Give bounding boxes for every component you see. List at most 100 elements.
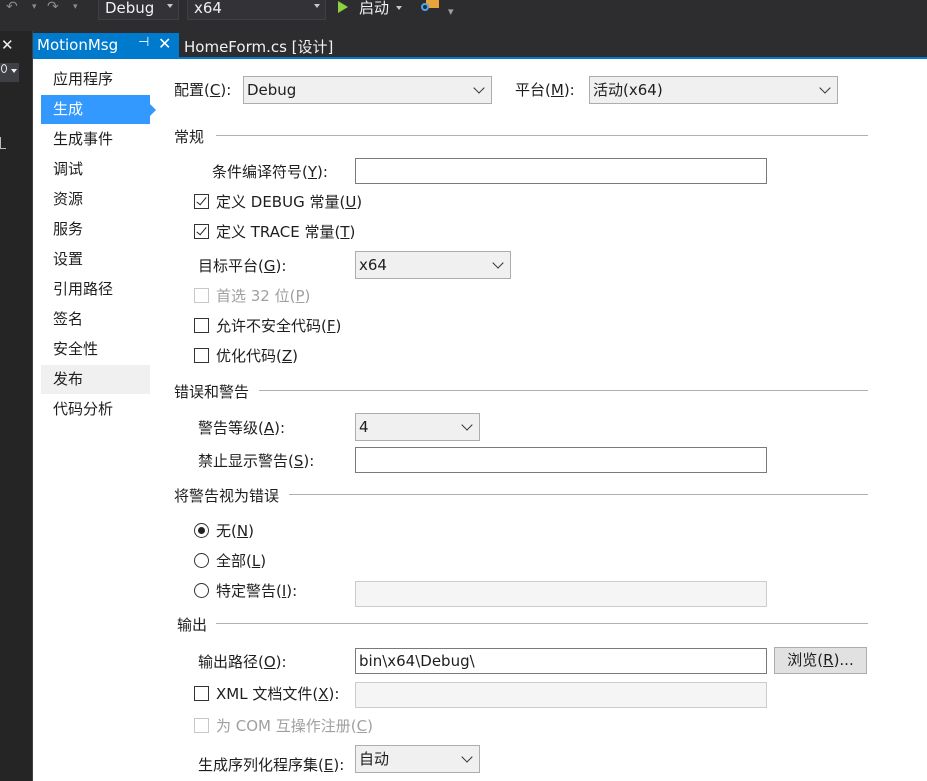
section-general: 常规 xyxy=(174,128,205,146)
treat-specific-label: 特定警告(I): xyxy=(216,582,298,600)
chevron-down-icon xyxy=(167,4,173,8)
tool-dropdown[interactable] xyxy=(0,63,19,82)
platform-select[interactable]: 活动(x64) xyxy=(589,76,838,104)
solution-config-combo[interactable]: Debug xyxy=(98,0,179,20)
nav-item-build[interactable]: 生成 xyxy=(41,95,156,124)
platform-target-value: x64 xyxy=(359,256,387,274)
define-debug-checkbox[interactable] xyxy=(194,194,209,209)
nav-item-code-analysis[interactable]: 代码分析 xyxy=(41,395,150,424)
nav-item-reference-paths[interactable]: 引用路径 xyxy=(41,275,150,304)
play-icon xyxy=(338,1,348,13)
prefer-32bit-label: 首选 32 位(P) xyxy=(216,287,311,305)
define-debug-label: 定义 DEBUG 常量(U) xyxy=(216,193,363,211)
configuration-value: Debug xyxy=(247,81,297,99)
xml-doc-checkbox[interactable] xyxy=(194,686,209,701)
find-in-files-icon[interactable] xyxy=(421,0,439,14)
treat-all-radio[interactable] xyxy=(194,553,209,568)
nav-item-build-events[interactable]: 生成事件 xyxy=(41,125,150,154)
chevron-down-icon xyxy=(461,751,473,763)
undo-dropdown-icon[interactable]: ▾ xyxy=(32,0,37,14)
platform-target-select[interactable]: x64 xyxy=(355,251,511,279)
define-trace-label: 定义 TRACE 常量(T) xyxy=(216,223,356,241)
section-treat-warnings: 将警告视为错误 xyxy=(174,487,280,505)
project-properties-page: 应用程序 生成 生成事件 调试 资源 服务 设置 引用路径 签名 安全性 发布 … xyxy=(33,59,927,781)
conditional-symbols-label: 条件编译符号(Y): xyxy=(212,163,328,181)
checkmark-icon xyxy=(196,194,207,206)
serialization-value: 自动 xyxy=(359,750,390,768)
optimize-code-checkbox[interactable] xyxy=(194,348,209,363)
chevron-down-icon xyxy=(396,6,402,10)
close-icon[interactable]: ✕ xyxy=(1,36,14,54)
solution-platform-value: x64 xyxy=(194,0,222,17)
platform-target-label: 目标平台(G): xyxy=(198,257,287,275)
nav-item-debug[interactable]: 调试 xyxy=(41,155,150,184)
output-path-input[interactable]: bin\x64\Debug\ xyxy=(355,648,767,674)
nav-item-publish[interactable]: 发布 xyxy=(41,365,150,394)
nav-item-signing[interactable]: 签名 xyxy=(41,305,150,334)
pin-icon[interactable]: ⊣ xyxy=(138,35,149,50)
redo-icon[interactable]: ↷ xyxy=(47,0,59,14)
conditional-symbols-input[interactable] xyxy=(355,158,767,184)
define-trace-checkbox[interactable] xyxy=(194,224,209,239)
allow-unsafe-label: 允许不安全代码(F) xyxy=(216,317,342,335)
toolbar-overflow-icon[interactable]: ▾ xyxy=(448,5,454,19)
chevron-down-icon xyxy=(473,82,485,94)
xml-doc-input[interactable] xyxy=(355,682,767,708)
chevron-down-icon xyxy=(492,257,504,269)
start-button[interactable]: 启动 xyxy=(338,0,406,18)
platform-value: 活动(x64) xyxy=(593,81,663,99)
allow-unsafe-checkbox[interactable] xyxy=(194,318,209,333)
chevron-down-icon xyxy=(461,419,473,431)
output-path-label: 输出路径(O): xyxy=(198,653,287,671)
specific-warnings-input[interactable] xyxy=(355,581,767,607)
xml-doc-label: XML 文档文件(X): xyxy=(216,685,340,703)
com-interop-label: 为 COM 互操作注册(C) xyxy=(216,717,373,735)
start-label: 启动 xyxy=(359,0,390,17)
config-label: 配置(C): xyxy=(174,81,232,99)
configuration-select[interactable]: Debug xyxy=(243,76,492,104)
undo-icon[interactable]: ↶ xyxy=(6,0,18,14)
checkmark-icon xyxy=(196,224,207,236)
treat-none-label: 无(N) xyxy=(216,522,254,540)
serialization-label: 生成序列化程序集(E): xyxy=(198,756,345,774)
com-interop-checkbox[interactable] xyxy=(194,718,209,733)
tab-motionmsg[interactable]: MotionMsg ⊣ ✕ xyxy=(33,33,179,57)
nav-item-settings[interactable]: 设置 xyxy=(41,245,150,274)
prefer-32bit-checkbox[interactable] xyxy=(194,288,209,303)
warning-level-value: 4 xyxy=(359,418,369,436)
tab-homeform-design[interactable]: HomeForm.cs [设计] xyxy=(184,36,333,57)
warning-level-label: 警告等级(A): xyxy=(198,419,286,437)
close-icon[interactable]: ✕ xyxy=(158,34,171,53)
nav-item-security[interactable]: 安全性 xyxy=(41,335,150,364)
chevron-down-icon xyxy=(314,4,320,8)
radio-selected-icon xyxy=(198,527,205,534)
nav-item-resources[interactable]: 资源 xyxy=(41,185,150,214)
section-divider xyxy=(216,135,868,136)
gear-icon xyxy=(1,64,7,73)
partial-glyph-icon xyxy=(0,137,6,149)
section-errors-warnings: 错误和警告 xyxy=(174,383,250,401)
left-tool-strip: ✕ xyxy=(0,31,33,781)
section-divider xyxy=(216,623,868,624)
tab-label: MotionMsg xyxy=(37,36,119,54)
treat-none-radio[interactable] xyxy=(194,523,209,538)
platform-label: 平台(M): xyxy=(515,81,575,99)
serialization-select[interactable]: 自动 xyxy=(355,745,480,773)
tab-label: HomeForm.cs [设计] xyxy=(184,38,334,56)
suppress-warnings-input[interactable] xyxy=(355,447,767,473)
redo-dropdown-icon[interactable]: ▾ xyxy=(73,0,78,14)
nav-item-application[interactable]: 应用程序 xyxy=(41,65,150,94)
chevron-down-icon xyxy=(11,69,17,73)
toolbar: ↶ ▾ ↷ ▾ Debug x64 启动 ▾ xyxy=(0,0,927,31)
section-output: 输出 xyxy=(177,616,208,634)
treat-specific-radio[interactable] xyxy=(194,583,209,598)
section-divider xyxy=(259,390,868,391)
suppress-warnings-label: 禁止显示警告(S): xyxy=(198,452,315,470)
warning-level-select[interactable]: 4 xyxy=(355,413,480,441)
nav-item-services[interactable]: 服务 xyxy=(41,215,150,244)
chevron-down-icon xyxy=(819,82,831,94)
browse-button[interactable]: 浏览(R)... xyxy=(774,647,867,674)
treat-all-label: 全部(L) xyxy=(216,552,267,570)
solution-platform-combo[interactable]: x64 xyxy=(187,0,326,20)
solution-config-value: Debug xyxy=(105,0,155,17)
